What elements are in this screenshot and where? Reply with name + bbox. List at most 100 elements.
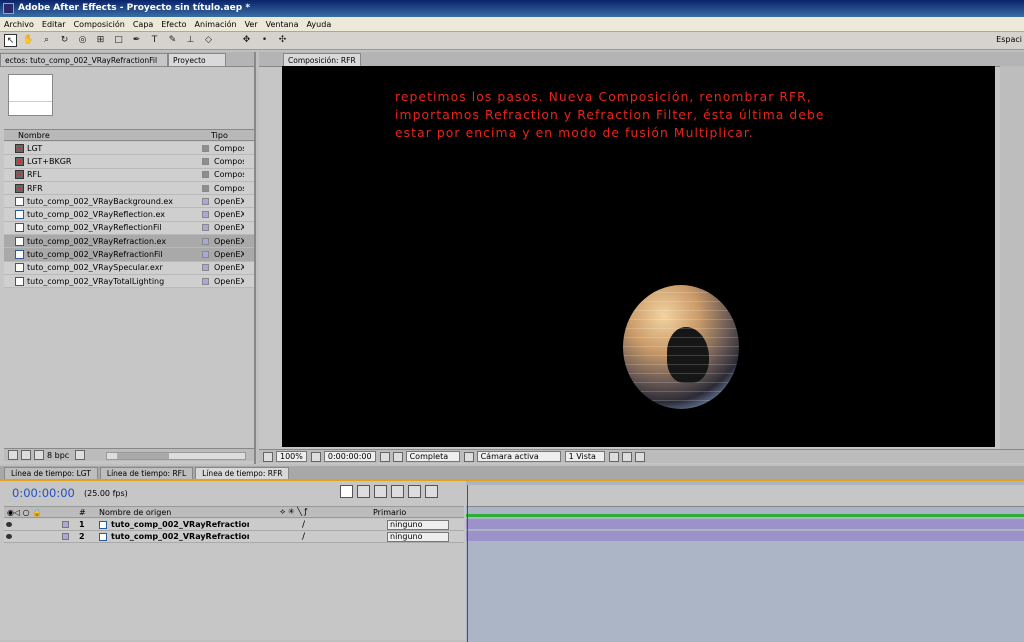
comp-mini-flowchart-icon[interactable] [340, 485, 353, 498]
parent-select[interactable]: ninguno [387, 520, 449, 530]
menu-editar[interactable]: Editar [38, 20, 70, 29]
parent-select[interactable]: ninguno [387, 532, 449, 542]
list-item[interactable]: RFL Compos [4, 168, 254, 182]
puppet-pin-icon[interactable]: ✥ [240, 34, 253, 47]
time-ruler[interactable] [466, 485, 1024, 507]
zoom-select[interactable]: 100% [276, 451, 307, 462]
timeline-track-area[interactable] [466, 481, 1024, 642]
list-item[interactable]: tuto_comp_002_VRaySpecular.exr OpenEX [4, 261, 254, 275]
menu-ayuda[interactable]: Ayuda [303, 20, 336, 29]
workspace-label[interactable]: Espaci [996, 35, 1022, 44]
layer-duration-bar[interactable] [466, 519, 1024, 529]
zoom-tool-icon[interactable]: ⌕ [40, 34, 53, 47]
clone-stamp-icon[interactable]: ⊥ [184, 34, 197, 47]
tab-timeline-rfr[interactable]: Línea de tiempo: RFR [195, 467, 290, 479]
new-folder-icon[interactable] [21, 450, 31, 460]
project-horizontal-scrollbar[interactable] [106, 452, 246, 460]
tab-timeline-lgt[interactable]: Línea de tiempo: LGT [4, 467, 98, 479]
pen-tool-icon[interactable]: ✒ [130, 34, 143, 47]
motion-blur-icon[interactable] [408, 485, 421, 498]
project-panel: ectos: tuto_comp_002_VRayRefractionFil P… [0, 52, 256, 464]
layer-duration-bar[interactable] [466, 531, 1024, 541]
list-item[interactable]: tuto_comp_002_VRayReflectionFil OpenEX [4, 221, 254, 236]
timeline-toggle-icon[interactable] [621, 451, 632, 462]
grid-toggle-icon[interactable] [310, 451, 321, 462]
tab-composition-rfr[interactable]: Composición: RFR [283, 53, 361, 66]
puppet-overlap-icon[interactable]: • [258, 34, 271, 47]
timeline-layer[interactable]: 2 tuto_comp_002_VRayRefraction.ex / ning… [4, 531, 464, 543]
list-item[interactable]: LGT Compos [4, 142, 254, 156]
rotate-tool-icon[interactable]: ↻ [58, 34, 71, 47]
composition-icon [15, 183, 24, 193]
list-item[interactable]: tuto_comp_002_VRayReflection.ex OpenEX [4, 208, 254, 222]
menu-efecto[interactable]: Efecto [157, 20, 190, 29]
menu-archivo[interactable]: Archivo [0, 20, 38, 29]
menu-capa[interactable]: Capa [129, 20, 157, 29]
pan-behind-icon[interactable]: ⊞ [94, 34, 107, 47]
quality-switch-icon[interactable]: / [302, 532, 305, 542]
orbit-camera-icon[interactable]: ◎ [76, 34, 89, 47]
fast-previews-icon[interactable] [608, 451, 619, 462]
composition-icon [15, 156, 24, 166]
menu-animacion[interactable]: Animación [191, 20, 241, 29]
list-item[interactable]: tuto_comp_002_VRayTotalLighting OpenEX [4, 274, 254, 289]
label-swatch [202, 224, 209, 232]
list-item[interactable]: tuto_comp_002_VRayRefraction.ex OpenEX [4, 235, 254, 249]
column-layer-number[interactable]: # [79, 508, 86, 517]
menu-ver[interactable]: Ver [241, 20, 262, 29]
eye-icon[interactable] [6, 522, 12, 527]
text-tool-icon[interactable]: T [148, 34, 161, 47]
tools-toolbar: ↖ ✋ ⌕ ↻ ◎ ⊞ □ ✒ T ✎ ⊥ ◇ ✥ • ✣ Espaci [0, 32, 1024, 50]
column-parent[interactable]: Primario [373, 508, 406, 517]
graph-editor-icon[interactable] [425, 485, 438, 498]
work-area-bar[interactable] [466, 514, 1024, 517]
menu-composicion[interactable]: Composición [70, 20, 129, 29]
composition-icon [15, 143, 24, 153]
layer-name[interactable]: tuto_comp_002_VRayRefraction.ex [99, 532, 249, 541]
new-composition-icon[interactable] [34, 450, 44, 460]
list-item[interactable]: tuto_comp_002_VRayBackground.ex OpenEX [4, 195, 254, 209]
layer-label-swatch[interactable] [62, 521, 69, 528]
region-of-interest-icon[interactable] [463, 451, 474, 462]
layer-name[interactable]: tuto_comp_002_VRayRefractionFil [99, 520, 249, 529]
column-source-name[interactable]: Nombre de origen [99, 508, 171, 517]
quality-switch-icon[interactable]: / [302, 520, 305, 530]
timeline-layer[interactable]: 1 tuto_comp_002_VRayRefractionFil / ning… [4, 519, 464, 531]
trash-icon[interactable] [75, 450, 86, 460]
interpret-footage-icon[interactable] [8, 450, 18, 460]
list-item[interactable]: tuto_comp_002_VRayRefractionFil OpenEX [4, 248, 254, 262]
footage-icon [15, 236, 24, 246]
layer-label-swatch[interactable] [62, 533, 69, 540]
eye-icon[interactable] [6, 534, 12, 539]
composition-viewer[interactable]: repetimos los pasos. Nueva Composición, … [282, 66, 995, 447]
camera-select[interactable]: Cámara activa [476, 451, 561, 462]
hand-tool-icon[interactable]: ✋ [22, 34, 35, 47]
brush-tool-icon[interactable]: ✎ [166, 34, 179, 47]
current-time-indicator[interactable] [467, 485, 468, 642]
tab-effects-controls[interactable]: ectos: tuto_comp_002_VRayRefractionFil [0, 53, 168, 66]
snapshot-icon[interactable] [379, 451, 390, 462]
current-time-display[interactable]: 0:00:00:00 [323, 451, 376, 462]
rectangle-mask-icon[interactable]: □ [112, 34, 125, 47]
menu-ventana[interactable]: Ventana [262, 20, 303, 29]
puppet-starch-icon[interactable]: ✣ [276, 34, 289, 47]
draft-3d-icon[interactable] [357, 485, 370, 498]
selection-tool-icon[interactable]: ↖ [4, 34, 17, 47]
flowchart-icon[interactable] [634, 451, 645, 462]
frame-blending-icon[interactable] [391, 485, 404, 498]
composition-panel: Composición: RFR repetimos los pasos. Nu… [259, 52, 1024, 464]
list-item[interactable]: LGT+BKGR Compos [4, 155, 254, 169]
list-item[interactable]: RFR Compos [4, 181, 254, 196]
tab-timeline-rfl[interactable]: Línea de tiempo: RFL [99, 467, 194, 479]
view-layout-select[interactable]: 1 Vista [564, 451, 605, 462]
tab-project[interactable]: Proyecto [168, 53, 226, 66]
resolution-select[interactable]: Completa [405, 451, 460, 462]
channel-icon[interactable] [392, 451, 403, 462]
column-name[interactable]: Nombre [4, 131, 197, 140]
bit-depth[interactable]: 8 bpc [47, 451, 69, 460]
timeline-timecode[interactable]: 0:00:00:00 [12, 486, 75, 500]
always-preview-icon[interactable] [263, 451, 273, 462]
eraser-tool-icon[interactable]: ◇ [202, 34, 215, 47]
shy-layers-icon[interactable] [374, 485, 387, 498]
column-type[interactable]: Tipo [197, 131, 228, 140]
